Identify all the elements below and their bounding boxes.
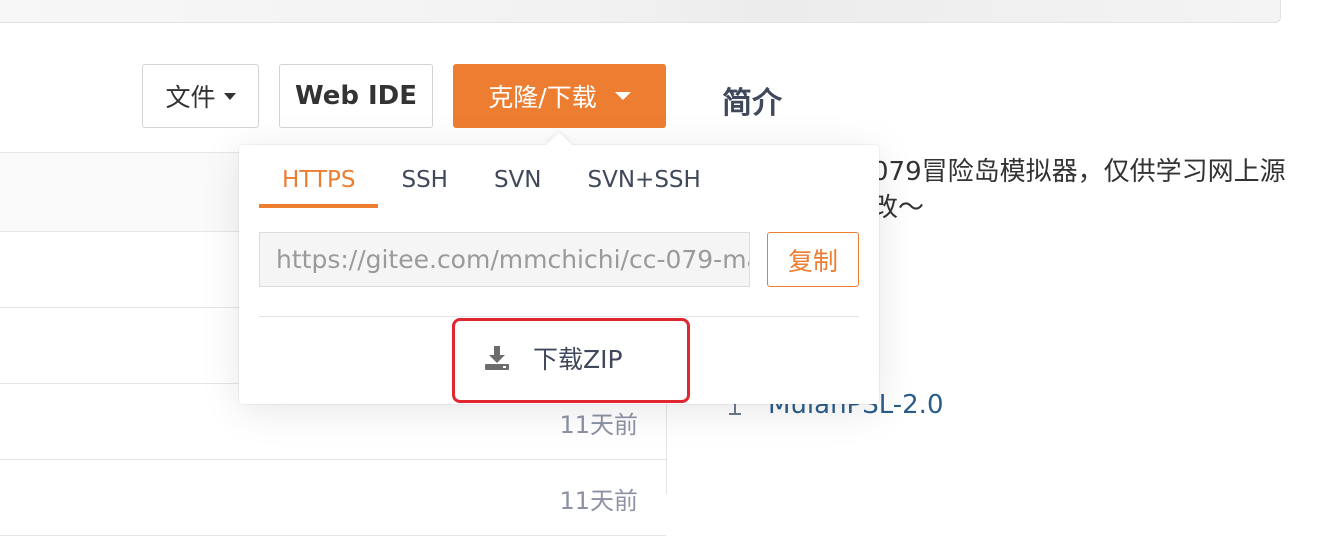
clone-download-label: 克隆/下载: [488, 83, 597, 112]
tab-https[interactable]: HTTPS: [259, 163, 379, 208]
clone-download-button[interactable]: 克隆/下载: [453, 64, 666, 128]
protocol-tabs: HTTPS SSH SVN SVN+SSH: [259, 163, 724, 208]
chevron-down-icon: [614, 92, 631, 100]
top-banner-strip: [0, 0, 1281, 23]
table-row[interactable]: 11天前: [0, 459, 666, 536]
chevron-down-icon: [223, 92, 236, 100]
row-time: 11天前: [559, 411, 638, 439]
dropdown-arrow: [546, 132, 572, 158]
divider: [259, 316, 859, 317]
file-menu-label: 文件: [165, 83, 216, 112]
web-ide-label: Web IDE: [294, 81, 418, 111]
row-time: 11天前: [559, 487, 638, 515]
copy-label: 复制: [787, 246, 838, 276]
intro-title: 简介: [722, 86, 782, 121]
tab-svn-ssh[interactable]: SVN+SSH: [565, 163, 724, 208]
repo-description: 费的079冒险岛模拟器，仅供学习网上源码修改～: [820, 157, 1286, 223]
download-zip-highlight: [452, 318, 690, 403]
tab-ssh[interactable]: SSH: [378, 163, 471, 208]
web-ide-button[interactable]: Web IDE: [279, 64, 433, 128]
copy-button[interactable]: 复制: [767, 232, 859, 287]
tab-svn[interactable]: SVN: [471, 163, 565, 208]
clone-url-input[interactable]: https://gitee.com/mmchichi/cc-079-maples…: [259, 232, 750, 287]
file-menu-button[interactable]: 文件: [142, 64, 259, 128]
